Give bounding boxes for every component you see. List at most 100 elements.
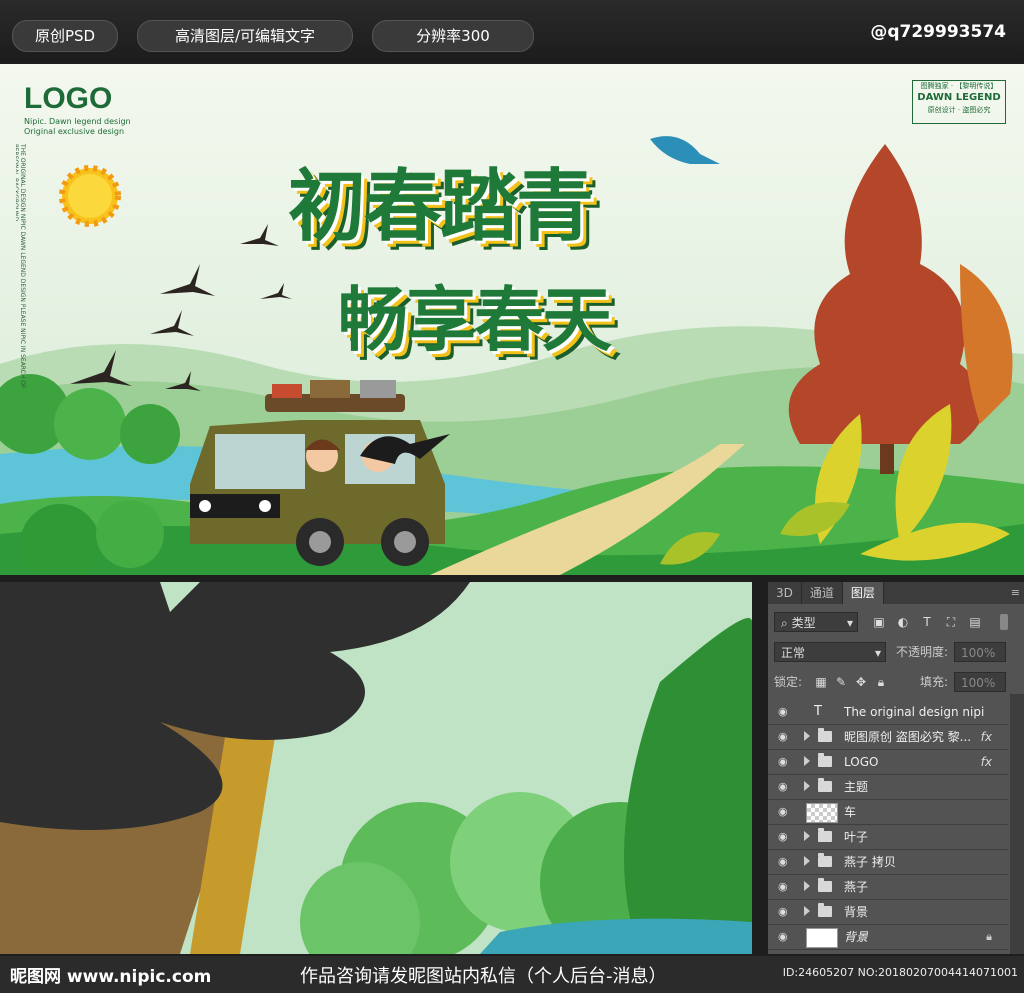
layer-row[interactable]: ◉ 背景 🔒︎ bbox=[768, 925, 1008, 950]
lock-brush-icon[interactable]: ✎ bbox=[834, 675, 848, 689]
folder-icon bbox=[818, 853, 832, 867]
eye-icon[interactable]: ◉ bbox=[778, 905, 792, 919]
layer-filter-label: 类型 bbox=[791, 616, 816, 630]
contact-message: 作品咨询请发昵图站内私信（个人后台-消息） bbox=[300, 966, 667, 987]
chevron-down-icon: ▾ bbox=[846, 616, 853, 630]
panel-menu-icon[interactable]: ≡ bbox=[1011, 586, 1020, 599]
fx-icon[interactable]: fx bbox=[981, 725, 992, 749]
eye-icon[interactable]: ◉ bbox=[778, 855, 792, 869]
panel-tabs: 3D 通道 图层 bbox=[768, 582, 1024, 604]
expand-arrow-icon[interactable] bbox=[804, 906, 810, 916]
eye-icon[interactable]: ◉ bbox=[778, 930, 792, 944]
eye-icon[interactable]: ◉ bbox=[778, 830, 792, 844]
folder-icon bbox=[818, 878, 832, 892]
bottom-bar: 昵图网 www.nipic.com 作品咨询请发昵图站内私信（个人后台-消息） … bbox=[0, 956, 1024, 993]
layer-row[interactable]: ◉ 叶子 bbox=[768, 825, 1008, 850]
layer-name: 背景 bbox=[844, 930, 869, 944]
blend-mode-select[interactable]: 正常 ▾ bbox=[774, 642, 886, 662]
layer-name: LOGO bbox=[844, 755, 879, 769]
expand-arrow-icon[interactable] bbox=[804, 781, 810, 791]
opacity-label: 不透明度: bbox=[896, 645, 949, 659]
layer-filter-select[interactable]: ⌕ 类型 ▾ bbox=[774, 612, 858, 632]
layer-row[interactable]: ◉ 燕子 拷贝 bbox=[768, 850, 1008, 875]
layer-name: 昵图原创 盗图必究 黎... bbox=[844, 730, 972, 744]
badge-original-psd: 原创PSD bbox=[12, 20, 118, 52]
filter-adjustment-icon[interactable]: ◐ bbox=[896, 615, 910, 629]
layer-row[interactable]: ◉ 背景 bbox=[768, 900, 1008, 925]
logo: LOGO bbox=[24, 82, 113, 115]
zoomed-illustration bbox=[0, 582, 752, 954]
badge-hd-layers: 高清图层/可编辑文字 bbox=[137, 20, 353, 52]
zoomed-canvas-preview bbox=[0, 582, 752, 954]
fill-label: 填充: bbox=[920, 675, 949, 689]
filter-text-icon[interactable]: T bbox=[920, 615, 934, 629]
tab-channels[interactable]: 通道 bbox=[802, 582, 843, 604]
eye-icon[interactable]: ◉ bbox=[778, 755, 792, 769]
folder-icon bbox=[818, 828, 832, 842]
fill-input[interactable]: 100% bbox=[954, 672, 1006, 692]
layer-thumbnail bbox=[806, 928, 838, 948]
title-line-1: 初春踏青 bbox=[288, 162, 594, 252]
expand-arrow-icon[interactable] bbox=[804, 756, 810, 766]
folder-icon bbox=[818, 778, 832, 792]
lock-label: 锁定: bbox=[774, 675, 803, 689]
eye-icon[interactable]: ◉ bbox=[778, 880, 792, 894]
stamp-main: DAWN LEGEND bbox=[917, 92, 1001, 103]
eye-icon[interactable]: ◉ bbox=[778, 705, 792, 719]
layer-thumbnail bbox=[806, 803, 838, 823]
layer-name: 燕子 bbox=[844, 880, 869, 894]
fx-icon[interactable]: fx bbox=[981, 750, 992, 774]
layer-name: 叶子 bbox=[844, 830, 869, 844]
layer-row[interactable]: ◉ 主题 bbox=[768, 775, 1008, 800]
tab-layers[interactable]: 图层 bbox=[842, 582, 884, 604]
layer-name: 燕子 拷贝 bbox=[844, 855, 896, 869]
layer-row[interactable]: ◉ 车 bbox=[768, 800, 1008, 825]
eye-icon[interactable]: ◉ bbox=[778, 730, 792, 744]
filter-toggle[interactable] bbox=[1000, 614, 1008, 630]
text-layer-icon: T bbox=[814, 704, 822, 719]
opacity-input[interactable]: 100% bbox=[954, 642, 1006, 662]
folder-icon bbox=[818, 728, 832, 742]
site-name: 昵图网 www.nipic.com bbox=[10, 967, 212, 987]
layers-scrollbar[interactable] bbox=[1010, 694, 1024, 954]
eye-icon[interactable]: ◉ bbox=[778, 780, 792, 794]
folder-icon bbox=[818, 903, 832, 917]
filter-image-icon[interactable]: ▣ bbox=[872, 615, 886, 629]
expand-arrow-icon[interactable] bbox=[804, 856, 810, 866]
layer-name: 车 bbox=[844, 805, 857, 819]
folder-icon bbox=[818, 753, 832, 767]
stamp-top: 图腾独家 · 【黎明传说】 bbox=[920, 82, 998, 90]
lock-move-icon[interactable]: ✥ bbox=[854, 675, 868, 689]
tab-3d[interactable]: 3D bbox=[768, 582, 802, 604]
layer-row[interactable]: ◉ T The original design nipic d... bbox=[768, 700, 1008, 725]
lock-all-icon[interactable]: 🔒︎ bbox=[874, 675, 888, 689]
expand-arrow-icon[interactable] bbox=[804, 831, 810, 841]
layer-name: 主题 bbox=[844, 780, 869, 794]
layer-name: 背景 bbox=[844, 905, 869, 919]
search-icon: ⌕ bbox=[781, 616, 788, 630]
author-handle: @q729993574 bbox=[870, 22, 1006, 42]
filter-smart-object-icon[interactable]: ▤ bbox=[968, 615, 982, 629]
top-bar: 原创PSD 高清图层/可编辑文字 分辨率300 @q729993574 bbox=[0, 0, 1024, 62]
poster-banner: LOGO Nipic. Dawn legend design Original … bbox=[0, 64, 1024, 575]
work-id: ID:24605207 NO:20180207004414071001 bbox=[782, 966, 1018, 979]
side-vertical-text: THE ORIGINAL DESIGN NIPIC DAWN LEGEND DE… bbox=[16, 144, 26, 389]
layer-name: The original design nipic d... bbox=[844, 705, 984, 719]
expand-arrow-icon[interactable] bbox=[804, 881, 810, 891]
layer-row[interactable]: ◉ LOGO fx bbox=[768, 750, 1008, 775]
expand-arrow-icon[interactable] bbox=[804, 731, 810, 741]
logo-subtitle-1: Nipic. Dawn legend design bbox=[24, 117, 131, 126]
layer-row[interactable]: ◉ 昵图原创 盗图必究 黎... fx bbox=[768, 725, 1008, 750]
eye-icon[interactable]: ◉ bbox=[778, 805, 792, 819]
chevron-down-icon: ▾ bbox=[874, 646, 881, 660]
stamp-bottom: 原创设计 · 盗图必究 bbox=[927, 106, 991, 114]
layer-row[interactable]: ◉ 燕子 bbox=[768, 875, 1008, 900]
lock-transparent-icon[interactable]: ▦ bbox=[814, 675, 828, 689]
lock-icon: 🔒︎ bbox=[986, 930, 992, 943]
blend-mode-value: 正常 bbox=[781, 646, 806, 660]
filter-shape-icon[interactable]: ⛶ bbox=[944, 615, 958, 629]
watermark-stamp: 图腾独家 · 【黎明传说】 DAWN LEGEND 原创设计 · 盗图必究 bbox=[912, 80, 1006, 124]
layers-panel: 3D 通道 图层 ≡ ⌕ 类型 ▾ ▣ ◐ T ⛶ ▤ 正常 ▾ 不透明度: 1… bbox=[768, 582, 1024, 954]
logo-subtitle-2: Original exclusive design bbox=[24, 127, 125, 136]
title-line-2: 畅享春天 bbox=[338, 279, 612, 361]
